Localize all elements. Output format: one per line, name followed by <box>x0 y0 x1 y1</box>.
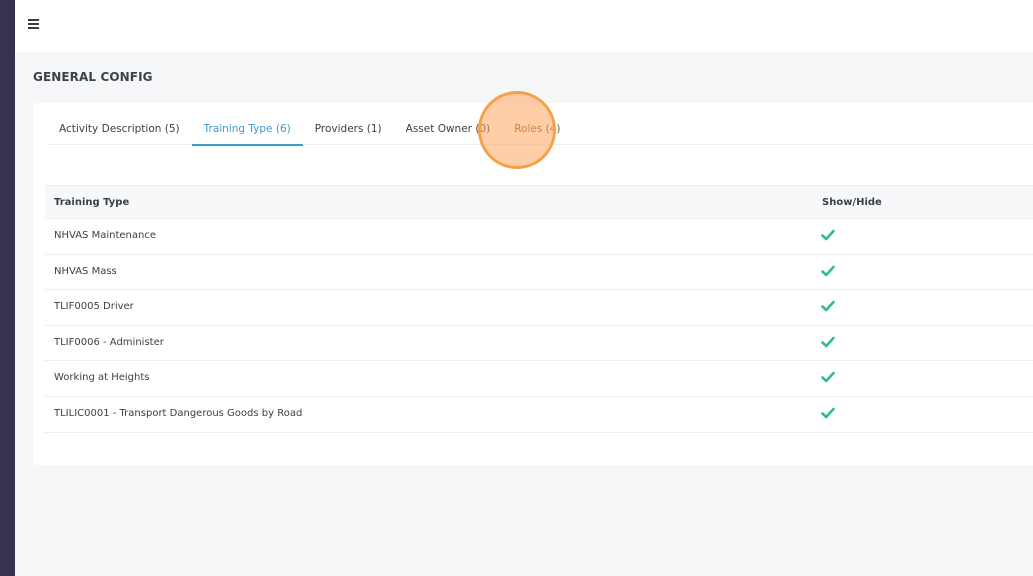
table-row[interactable]: TLIF0005 Driver <box>45 290 1033 326</box>
training-type-name: NHVAS Maintenance <box>54 230 156 241</box>
table-header: Training Type Show/Hide <box>45 185 1033 219</box>
tab-asset-owner[interactable]: Asset Owner (0) <box>394 117 503 145</box>
check-icon[interactable] <box>821 264 835 278</box>
column-header-show-hide: Show/Hide <box>822 197 882 208</box>
tab-activity-description[interactable]: Activity Description (5) <box>47 117 192 145</box>
check-icon[interactable] <box>821 228 835 242</box>
tab-training-type[interactable]: Training Type (6) <box>191 117 303 146</box>
table-row[interactable]: TLILIC0001 - Transport Dangerous Goods b… <box>45 397 1033 433</box>
hamburger-icon[interactable] <box>28 19 40 31</box>
training-type-name: TLILIC0001 - Transport Dangerous Goods b… <box>54 407 303 419</box>
column-header-training-type: Training Type <box>54 197 130 208</box>
page-title: GENERAL CONFIG <box>33 70 153 84</box>
training-type-name: TLIF0006 - Administer <box>54 336 164 348</box>
table-row[interactable]: NHVAS Mass <box>45 255 1033 291</box>
training-type-name: TLIF0005 Driver <box>54 301 134 313</box>
table-row[interactable]: TLIF0006 - Administer <box>45 326 1033 362</box>
check-icon[interactable] <box>821 299 835 313</box>
sidebar <box>0 0 15 576</box>
tab-roles[interactable]: Roles (4) <box>502 117 572 145</box>
config-card: Activity Description (5) Training Type (… <box>33 103 1033 465</box>
training-type-table: Training Type Show/Hide NHVAS Maintenanc… <box>45 185 1033 433</box>
check-icon[interactable] <box>821 406 835 420</box>
table-row[interactable]: Working at Heights <box>45 361 1033 397</box>
check-icon[interactable] <box>821 370 835 384</box>
training-type-name: NHVAS Mass <box>54 265 117 277</box>
top-bar <box>15 0 1033 52</box>
check-icon[interactable] <box>821 335 835 349</box>
table-row[interactable]: NHVAS Maintenance <box>45 219 1033 255</box>
tab-providers[interactable]: Providers (1) <box>303 117 394 145</box>
tab-bar: Activity Description (5) Training Type (… <box>47 117 1033 146</box>
training-type-name: Working at Heights <box>54 372 150 384</box>
